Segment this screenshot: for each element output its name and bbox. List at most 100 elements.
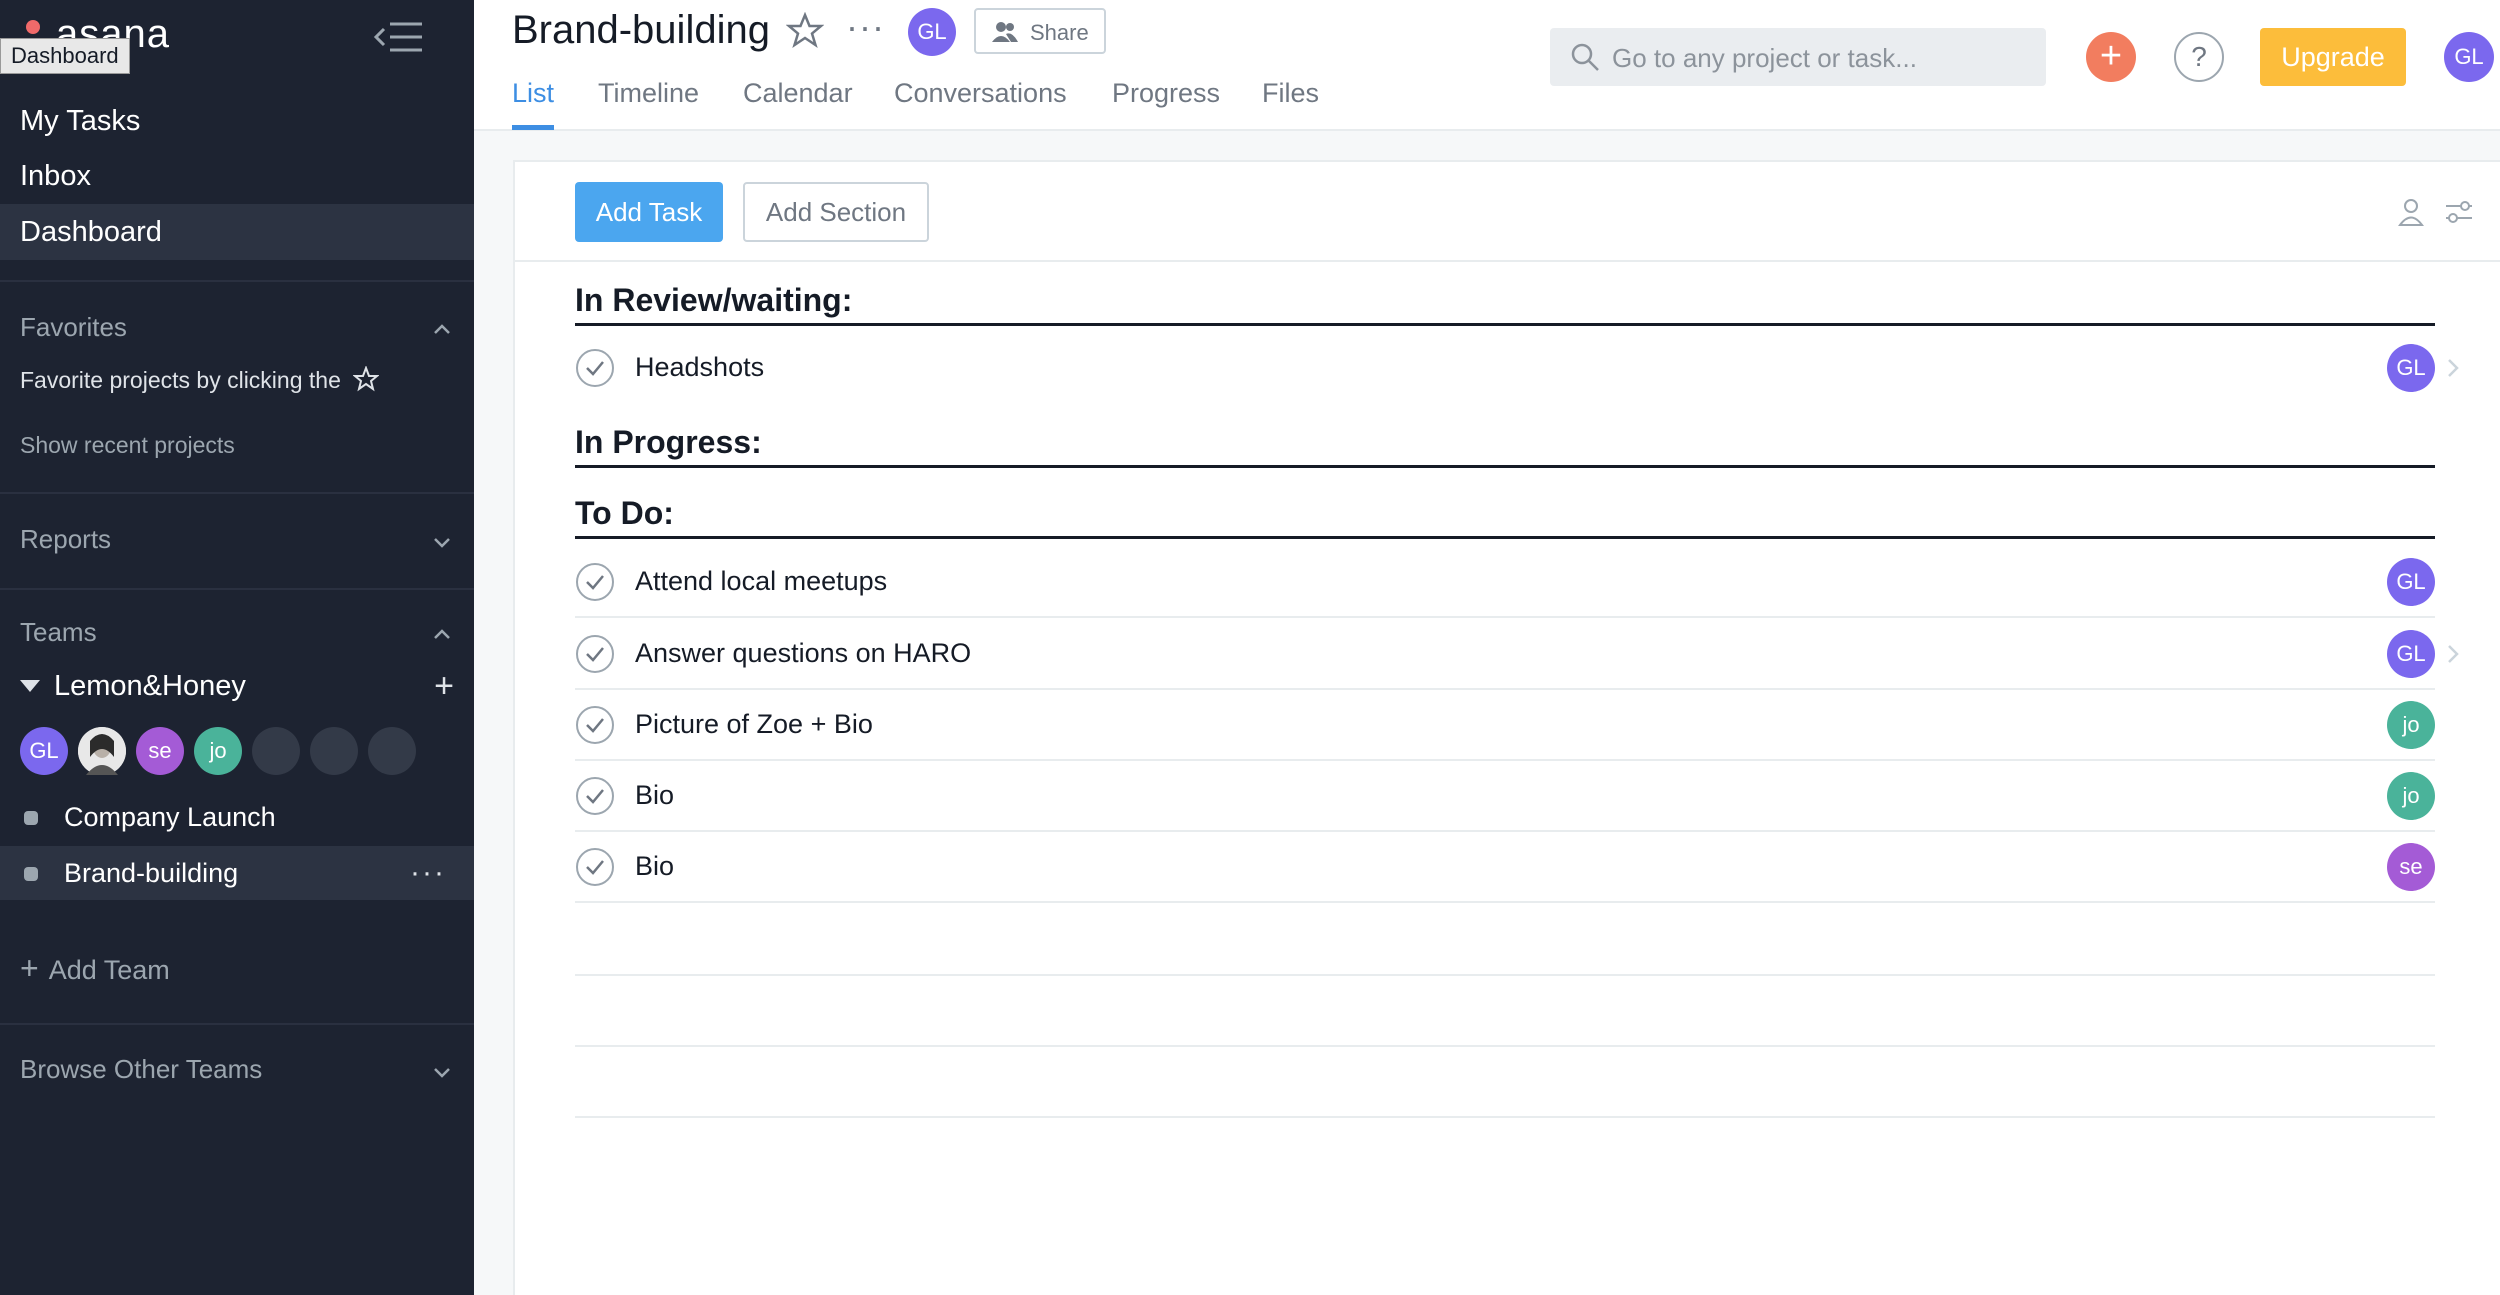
browse-other-teams[interactable]: Browse Other Teams (20, 1054, 454, 1094)
task-name[interactable]: Picture of Zoe + Bio (635, 709, 873, 740)
chevron-down-icon (434, 1068, 450, 1078)
share-button[interactable]: Share (974, 8, 1106, 54)
empty-task-row[interactable] (575, 974, 2435, 976)
asana-logo-icon (26, 20, 40, 34)
nav-my-tasks[interactable]: My Tasks (0, 93, 474, 149)
favorites-heading[interactable]: Favorites (20, 312, 454, 352)
add-task-button[interactable]: Add Task (575, 182, 723, 242)
team-lemon-honey[interactable]: Lemon&Honey + (20, 668, 454, 708)
project-more-icon[interactable]: ··· (410, 846, 446, 900)
tab-list[interactable]: List (512, 78, 555, 130)
task-name[interactable]: Answer questions on HARO (635, 638, 971, 669)
add-team-button[interactable]: + Add Team (20, 950, 170, 987)
collapse-sidebar-icon[interactable] (372, 20, 424, 54)
task-assignee-avatar[interactable]: GL (2387, 558, 2435, 606)
task-name[interactable]: Headshots (635, 352, 764, 383)
project-color-dot (24, 867, 38, 881)
teams-heading[interactable]: Teams (20, 617, 454, 657)
checkmark-icon[interactable] (575, 562, 615, 602)
top-bar: Brand-building ··· GL Share List Timelin… (474, 0, 2500, 131)
user-avatar[interactable]: GL (2444, 32, 2494, 82)
task-name[interactable]: Bio (635, 780, 674, 811)
upgrade-button[interactable]: Upgrade (2260, 28, 2406, 86)
task-name[interactable]: Attend local meetups (635, 566, 887, 597)
project-title[interactable]: Brand-building (512, 8, 770, 53)
task-assignee-avatar[interactable]: se (2387, 843, 2435, 891)
tab-calendar[interactable]: Calendar (743, 78, 853, 130)
team-member-avatar-empty[interactable] (252, 727, 300, 775)
project-label: Brand-building (64, 858, 239, 888)
section-header[interactable]: To Do: (575, 495, 2435, 539)
checkmark-icon[interactable] (575, 348, 615, 388)
star-icon[interactable] (786, 12, 824, 50)
tab-files[interactable]: Files (1262, 78, 1319, 130)
team-member-avatar-empty[interactable] (368, 727, 416, 775)
browse-teams-label: Browse Other Teams (20, 1054, 263, 1084)
team-name: Lemon&Honey (54, 670, 246, 702)
chevron-down-icon (434, 538, 450, 548)
sidebar-project-company-launch[interactable]: Company Launch (0, 790, 474, 844)
add-team-member-icon[interactable]: + (434, 668, 454, 704)
project-color-dot (24, 811, 38, 825)
team-member-photo-avatar[interactable] (78, 727, 126, 775)
task-row[interactable]: Answer questions on HARO GL (575, 618, 2459, 690)
plus-icon: + (20, 950, 39, 986)
tab-conversations[interactable]: Conversations (894, 78, 1067, 130)
logo-row: asana Dashboard (0, 0, 474, 74)
star-icon (353, 366, 380, 392)
quick-add-button[interactable]: + (2086, 32, 2136, 82)
caret-down-icon (20, 680, 40, 692)
tab-timeline[interactable]: Timeline (598, 78, 699, 130)
task-row[interactable]: Attend local meetups GL (575, 546, 2435, 618)
project-label: Company Launch (64, 802, 276, 832)
add-section-button[interactable]: Add Section (743, 182, 929, 242)
checkmark-icon[interactable] (575, 776, 615, 816)
task-list-panel: Add Task Add Section In Review/waiting: … (513, 160, 2500, 1295)
sidebar-divider (0, 1023, 474, 1025)
team-member-avatar[interactable]: se (136, 727, 184, 775)
search-input[interactable]: Go to any project or task... (1550, 28, 2046, 86)
show-recent-projects-link[interactable]: Show recent projects (20, 432, 235, 459)
team-member-avatar[interactable]: jo (194, 727, 242, 775)
section-header[interactable]: In Review/waiting: (575, 282, 2435, 326)
favorites-heading-label: Favorites (20, 312, 127, 342)
sort-filter-icon[interactable] (2443, 196, 2475, 228)
chevron-right-icon[interactable] (2443, 642, 2463, 666)
checkmark-icon[interactable] (575, 847, 615, 887)
task-row[interactable]: Headshots GL (575, 332, 2459, 404)
task-assignee-avatar[interactable]: GL (2387, 630, 2435, 678)
chevron-up-icon (434, 629, 450, 639)
search-placeholder: Go to any project or task... (1612, 43, 1917, 73)
project-owner-avatar[interactable]: GL (908, 8, 956, 56)
task-assignee-avatar[interactable]: jo (2387, 772, 2435, 820)
dashboard-tooltip: Dashboard (0, 38, 130, 74)
task-assignee-avatar[interactable]: GL (2387, 344, 2435, 392)
chevron-right-icon[interactable] (2443, 356, 2463, 380)
sidebar: asana Dashboard My Tasks Inbox Dashboard… (0, 0, 474, 1295)
task-row[interactable]: Picture of Zoe + Bio jo (575, 689, 2435, 761)
add-team-label: Add Team (48, 955, 170, 985)
tab-progress[interactable]: Progress (1112, 78, 1220, 130)
nav-dashboard[interactable]: Dashboard (0, 204, 474, 260)
person-photo-icon (78, 727, 126, 775)
reports-heading[interactable]: Reports (20, 524, 454, 564)
empty-task-row[interactable] (575, 1045, 2435, 1047)
assignee-filter-icon[interactable] (2395, 196, 2427, 228)
checkmark-icon[interactable] (575, 705, 615, 745)
empty-task-row[interactable] (575, 1116, 2435, 1118)
sidebar-project-brand-building[interactable]: Brand-building ··· (0, 846, 474, 900)
nav-inbox[interactable]: Inbox (0, 148, 474, 204)
share-label: Share (1030, 20, 1089, 45)
section-header[interactable]: In Progress: (575, 424, 2435, 468)
task-row[interactable]: Bio jo (575, 760, 2435, 832)
project-more-icon[interactable]: ··· (846, 6, 885, 48)
task-row[interactable]: Bio se (575, 831, 2435, 903)
task-name[interactable]: Bio (635, 851, 674, 882)
task-assignee-avatar[interactable]: jo (2387, 701, 2435, 749)
checkmark-icon[interactable] (575, 634, 615, 674)
people-icon (992, 22, 1018, 42)
chevron-up-icon (434, 324, 450, 334)
team-member-avatar-empty[interactable] (310, 727, 358, 775)
team-member-avatar[interactable]: GL (20, 727, 68, 775)
help-button[interactable]: ? (2174, 32, 2224, 82)
